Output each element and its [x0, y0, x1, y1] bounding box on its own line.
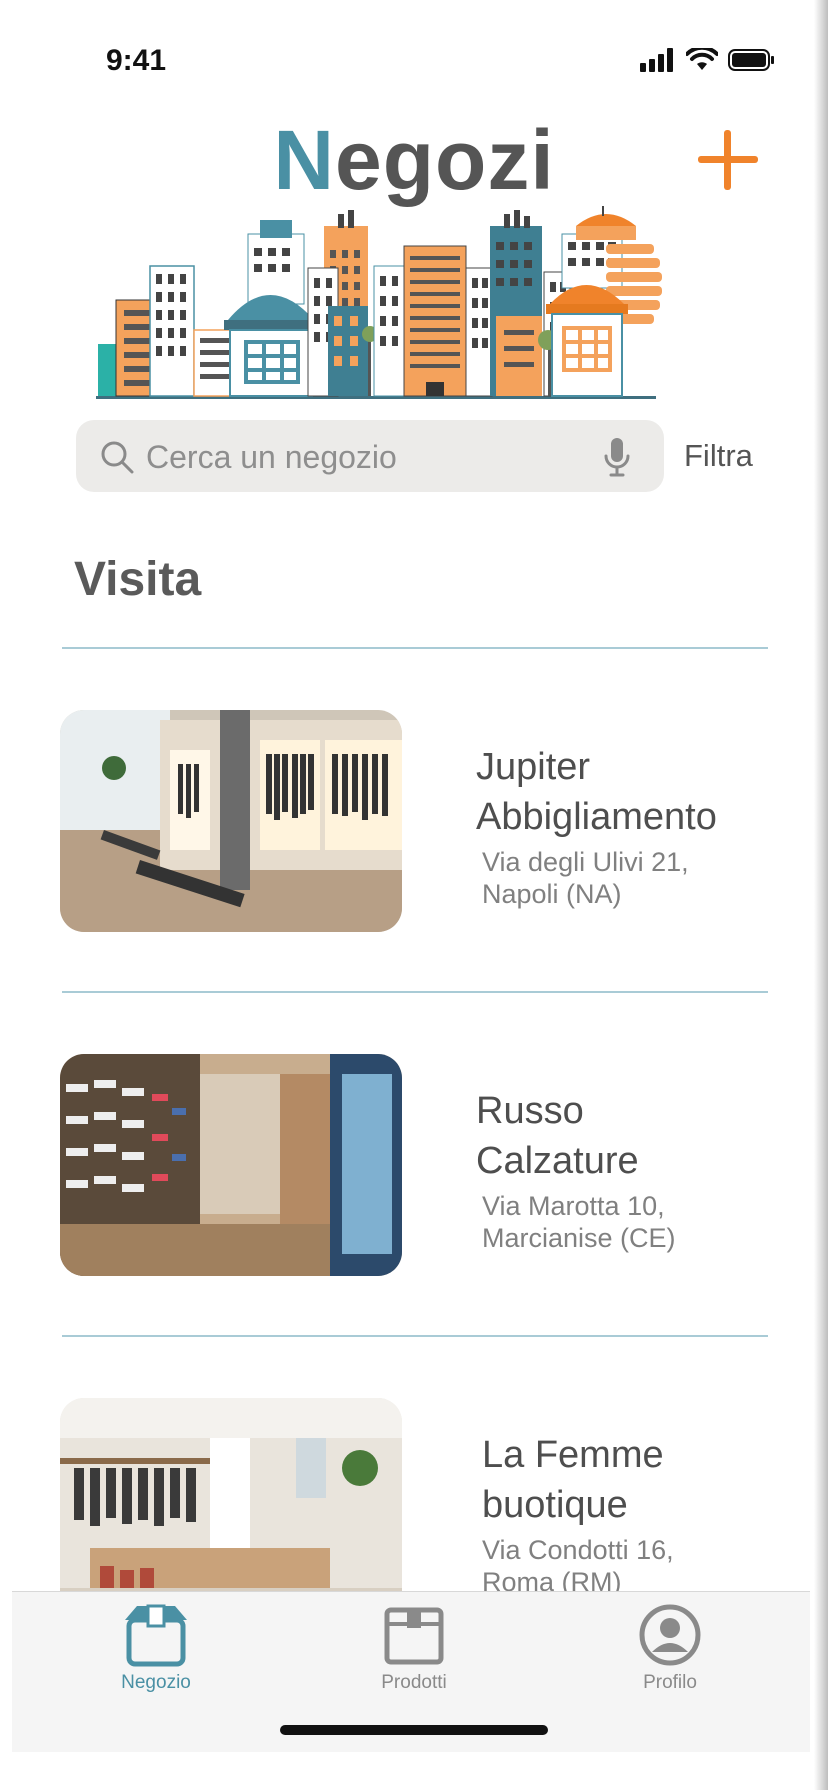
boutique-photo [60, 1398, 402, 1620]
tab-profilo[interactable]: Profilo [590, 1602, 750, 1694]
store-name: Jupiter Abbigliamento [476, 746, 717, 838]
signal-icon [640, 48, 673, 72]
box-icon [384, 1607, 444, 1665]
shoe-store-photo [60, 1054, 402, 1276]
store-address: Via Marotta 10, Marcianise (CE) [482, 1191, 676, 1253]
page-title-rest: egozi [334, 113, 555, 207]
battery-icon [728, 49, 774, 71]
search-input[interactable] [144, 420, 588, 494]
status-time: 9:41 [106, 44, 167, 77]
status-icons [640, 48, 776, 72]
filter-button[interactable]: Filtra [684, 438, 753, 474]
app-screen: 9:41 Negozi Cerca un negozio Filtra Visi… [0, 0, 828, 1790]
tab-label: Profilo [643, 1672, 697, 1693]
store-image [60, 1054, 402, 1276]
store-image [60, 710, 402, 932]
add-store-button[interactable] [696, 128, 760, 192]
divider [62, 647, 768, 649]
store-icon [125, 1604, 187, 1667]
clothing-store-photo [60, 710, 402, 932]
wifi-icon [686, 48, 718, 70]
store-card[interactable]: Jupiter Abbigliamento Via degli Ulivi 21… [0, 710, 828, 950]
divider [62, 1335, 768, 1337]
store-address: Via degli Ulivi 21, Napoli (NA) [482, 847, 689, 909]
tab-prodotti[interactable]: Prodotti [334, 1602, 494, 1694]
search-bar[interactable] [76, 420, 664, 494]
store-image [60, 1398, 402, 1620]
store-name: La Femme buotique [482, 1434, 664, 1526]
section-title: Visita [74, 553, 202, 606]
tab-negozio[interactable]: Negozio [76, 1602, 236, 1694]
store-name: Russo Calzature [476, 1090, 639, 1182]
microphone-icon[interactable] [602, 436, 632, 478]
store-address: Via Condotti 16, Roma (RM) [482, 1535, 674, 1597]
tab-label: Prodotti [381, 1672, 447, 1693]
search-icon [101, 441, 134, 474]
home-indicator[interactable] [280, 1725, 548, 1735]
tab-label: Negozio [121, 1672, 191, 1693]
page-title-accent: N [273, 113, 335, 207]
device-edge [814, 0, 828, 1790]
divider [62, 991, 768, 993]
profile-icon [639, 1604, 701, 1666]
store-card[interactable]: Russo Calzature Via Marotta 10, Marciani… [0, 1054, 828, 1294]
city-skyline-illustration [96, 206, 662, 399]
